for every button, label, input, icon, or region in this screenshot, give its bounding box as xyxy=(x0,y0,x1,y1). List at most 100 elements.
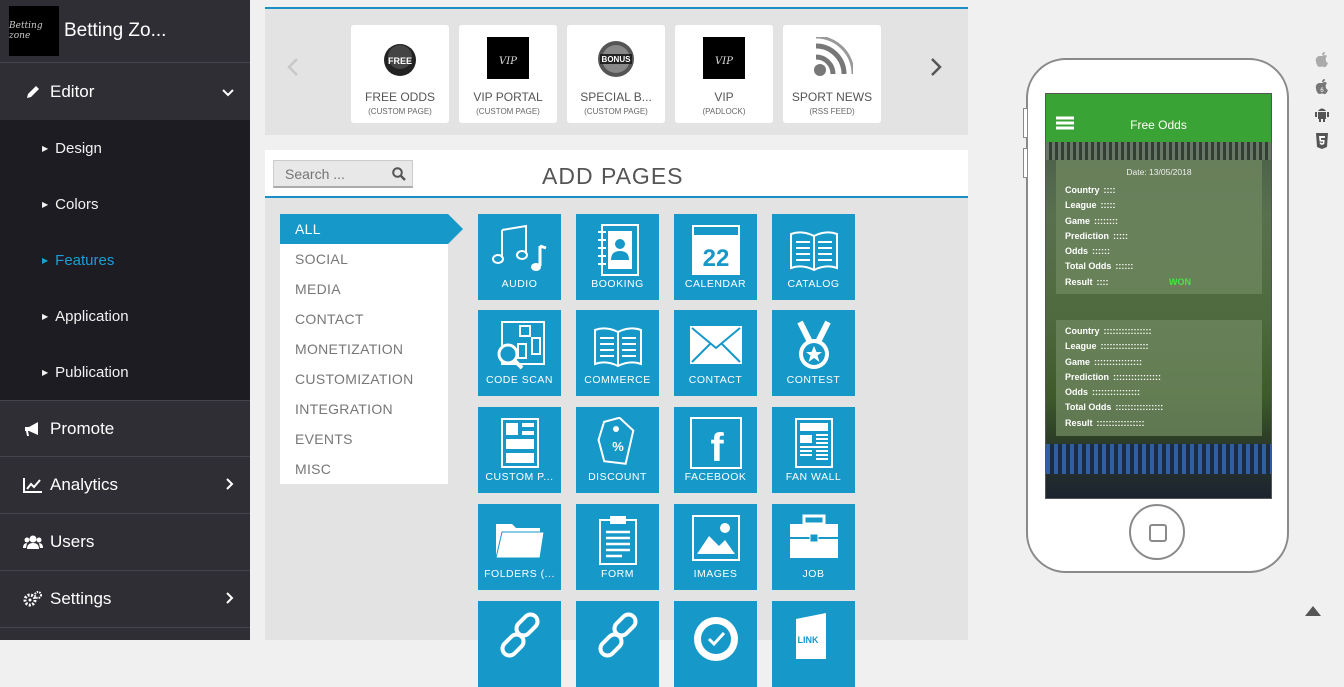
nav-analytics[interactable]: Analytics xyxy=(0,457,250,514)
thumb-text: FREE xyxy=(388,56,412,66)
page-tile-commerce[interactable]: COMMERCE xyxy=(576,310,659,396)
carousel-item-subtitle: (PADLOCK) xyxy=(702,107,746,116)
page-tile-label: CONTEST xyxy=(786,374,841,386)
html5-icon[interactable] xyxy=(1312,133,1332,160)
odds-date: Date: 13/05/2018 xyxy=(1126,167,1192,177)
gears-icon xyxy=(22,591,44,607)
odds-key: Country xyxy=(1065,185,1100,195)
category-monetization[interactable]: MONETIZATION xyxy=(280,334,448,364)
page-tile-booking[interactable]: BOOKING xyxy=(576,214,659,300)
nav-publication[interactable]: ▶ Publication xyxy=(0,344,250,400)
odds-value: :::::::::::::::: xyxy=(1096,417,1145,428)
page-tile-contact[interactable]: CONTACT xyxy=(674,310,757,396)
nav-settings[interactable]: Settings xyxy=(0,571,250,628)
thumb-text: BONUS xyxy=(602,55,632,64)
page-tile-images[interactable]: IMAGES xyxy=(674,504,757,590)
category-media[interactable]: MEDIA xyxy=(280,274,448,304)
nav-application[interactable]: ▶ Application xyxy=(0,288,250,344)
nav-promote-label: Promote xyxy=(50,418,115,438)
app-page-title: Free Odds xyxy=(1130,118,1187,132)
app-brand[interactable]: Betting zone Betting Zo... xyxy=(0,0,250,63)
carousel-item-title: SPORT NEWS xyxy=(791,90,873,104)
nav-editor[interactable]: Editor xyxy=(0,63,250,120)
caret-right-icon: ▶ xyxy=(42,311,49,321)
carousel-item-subtitle: (CUSTOM PAGE) xyxy=(476,107,540,116)
carousel-item-subtitle: (RSS FEED) xyxy=(809,107,855,116)
category-integration[interactable]: INTEGRATION xyxy=(280,394,448,424)
category-events[interactable]: EVENTS xyxy=(280,424,448,454)
page-tile-link[interactable] xyxy=(478,601,561,687)
ios6-icon[interactable]: 6 xyxy=(1312,79,1332,106)
caret-right-icon: ▶ xyxy=(42,367,49,377)
platform-icons: 6 xyxy=(1312,52,1332,160)
category-social[interactable]: SOCIAL xyxy=(280,244,448,274)
badge-check-icon xyxy=(693,617,738,661)
search-input[interactable] xyxy=(274,161,388,187)
image-icon xyxy=(691,515,740,561)
odds-value: :::::::::::::::: xyxy=(1113,371,1161,382)
music-icon xyxy=(491,224,546,271)
carousel-item-vip-portal[interactable]: VIP VIP PORTAL (CUSTOM PAGE) xyxy=(459,25,557,123)
carousel-next-button[interactable] xyxy=(930,57,942,83)
page-tile-label: CONTACT xyxy=(688,374,743,386)
app-logo: Betting zone xyxy=(9,6,59,56)
carousel-item-special-bonus[interactable]: BONUS SPECIAL B... (CUSTOM PAGE) xyxy=(567,25,665,123)
page-tile-contest[interactable]: CONTEST xyxy=(772,310,855,396)
page-tile-audio[interactable]: AUDIO xyxy=(478,214,561,300)
odds-value: ::::: xyxy=(1113,230,1129,241)
page-tile-facebook[interactable]: f FACEBOOK xyxy=(674,407,757,493)
odds-row: Prediction::::: xyxy=(1056,229,1262,244)
carousel-item-subtitle: (CUSTOM PAGE) xyxy=(584,107,648,116)
nav-features[interactable]: ▶ Features xyxy=(0,232,250,288)
chevron-down-icon xyxy=(222,82,234,102)
apple-icon[interactable] xyxy=(1312,52,1332,79)
carousel-item-free-odds[interactable]: FREE FREE ODDS (CUSTOM PAGE) xyxy=(351,25,449,123)
category-all[interactable]: ALL xyxy=(280,214,463,244)
envelope-icon xyxy=(689,326,742,364)
open-book-icon xyxy=(593,327,642,368)
odds-row: Country:::::::::::::::: xyxy=(1056,324,1262,339)
page-tile-label: CUSTOM P... xyxy=(485,471,554,483)
caret-right-icon: ▶ xyxy=(42,143,49,153)
page-tile-form[interactable]: FORM xyxy=(576,504,659,590)
search-icon[interactable] xyxy=(392,167,406,186)
nav-editor-label: Editor xyxy=(50,81,95,101)
page-tile-label: JOB xyxy=(802,568,825,580)
odds-key: League xyxy=(1065,341,1097,352)
megaphone-icon xyxy=(22,421,44,437)
odds-key: Total Odds xyxy=(1065,402,1112,413)
page-tile-calendar[interactable]: 22 CALENDAR xyxy=(674,214,757,300)
carousel-prev-button[interactable] xyxy=(287,57,299,83)
page-tile-discount[interactable]: % DISCOUNT xyxy=(576,407,659,493)
odds-row: Total Odds:::::: xyxy=(1056,259,1262,274)
odds-row: Prediction:::::::::::::::: xyxy=(1056,370,1262,385)
category-contact[interactable]: CONTACT xyxy=(280,304,448,334)
page-tile-label: CODE SCAN xyxy=(486,374,553,386)
stadium-seats-bottom xyxy=(1046,444,1271,474)
page-tile-loyalty[interactable] xyxy=(674,601,757,687)
category-customization[interactable]: CUSTOMIZATION xyxy=(280,364,448,394)
phone-home-button xyxy=(1129,504,1185,560)
pencil-icon xyxy=(22,84,44,100)
briefcase-icon xyxy=(789,514,838,558)
page-tile-link-2[interactable] xyxy=(576,601,659,687)
nav-users[interactable]: Users xyxy=(0,514,250,571)
page-tile-custom-page[interactable]: CUSTOM P... xyxy=(478,407,561,493)
page-tile-fan-wall[interactable]: FAN WALL xyxy=(772,407,855,493)
carousel-item-vip[interactable]: VIP VIP (PADLOCK) xyxy=(675,25,773,123)
page-tile-job[interactable]: JOB xyxy=(772,504,855,590)
nav-colors[interactable]: ▶ Colors xyxy=(0,176,250,232)
carousel-item-sport-news[interactable]: SPORT NEWS (RSS FEED) xyxy=(783,25,881,123)
page-tile-code-scan[interactable]: CODE SCAN xyxy=(478,310,561,396)
nav-promote[interactable]: Promote xyxy=(0,400,250,457)
facebook-icon: f xyxy=(689,417,742,469)
scroll-top-icon[interactable] xyxy=(1305,606,1321,616)
result-status: WON xyxy=(1169,276,1191,287)
chevron-right-icon xyxy=(226,475,234,495)
page-tile-catalog[interactable]: CATALOG xyxy=(772,214,855,300)
page-tile-link-page[interactable]: LINK xyxy=(772,601,855,687)
android-icon[interactable] xyxy=(1312,106,1332,133)
nav-design[interactable]: ▶ Design xyxy=(0,120,250,176)
category-misc[interactable]: MISC xyxy=(280,454,448,484)
page-tile-folders[interactable]: FOLDERS (... xyxy=(478,504,561,590)
